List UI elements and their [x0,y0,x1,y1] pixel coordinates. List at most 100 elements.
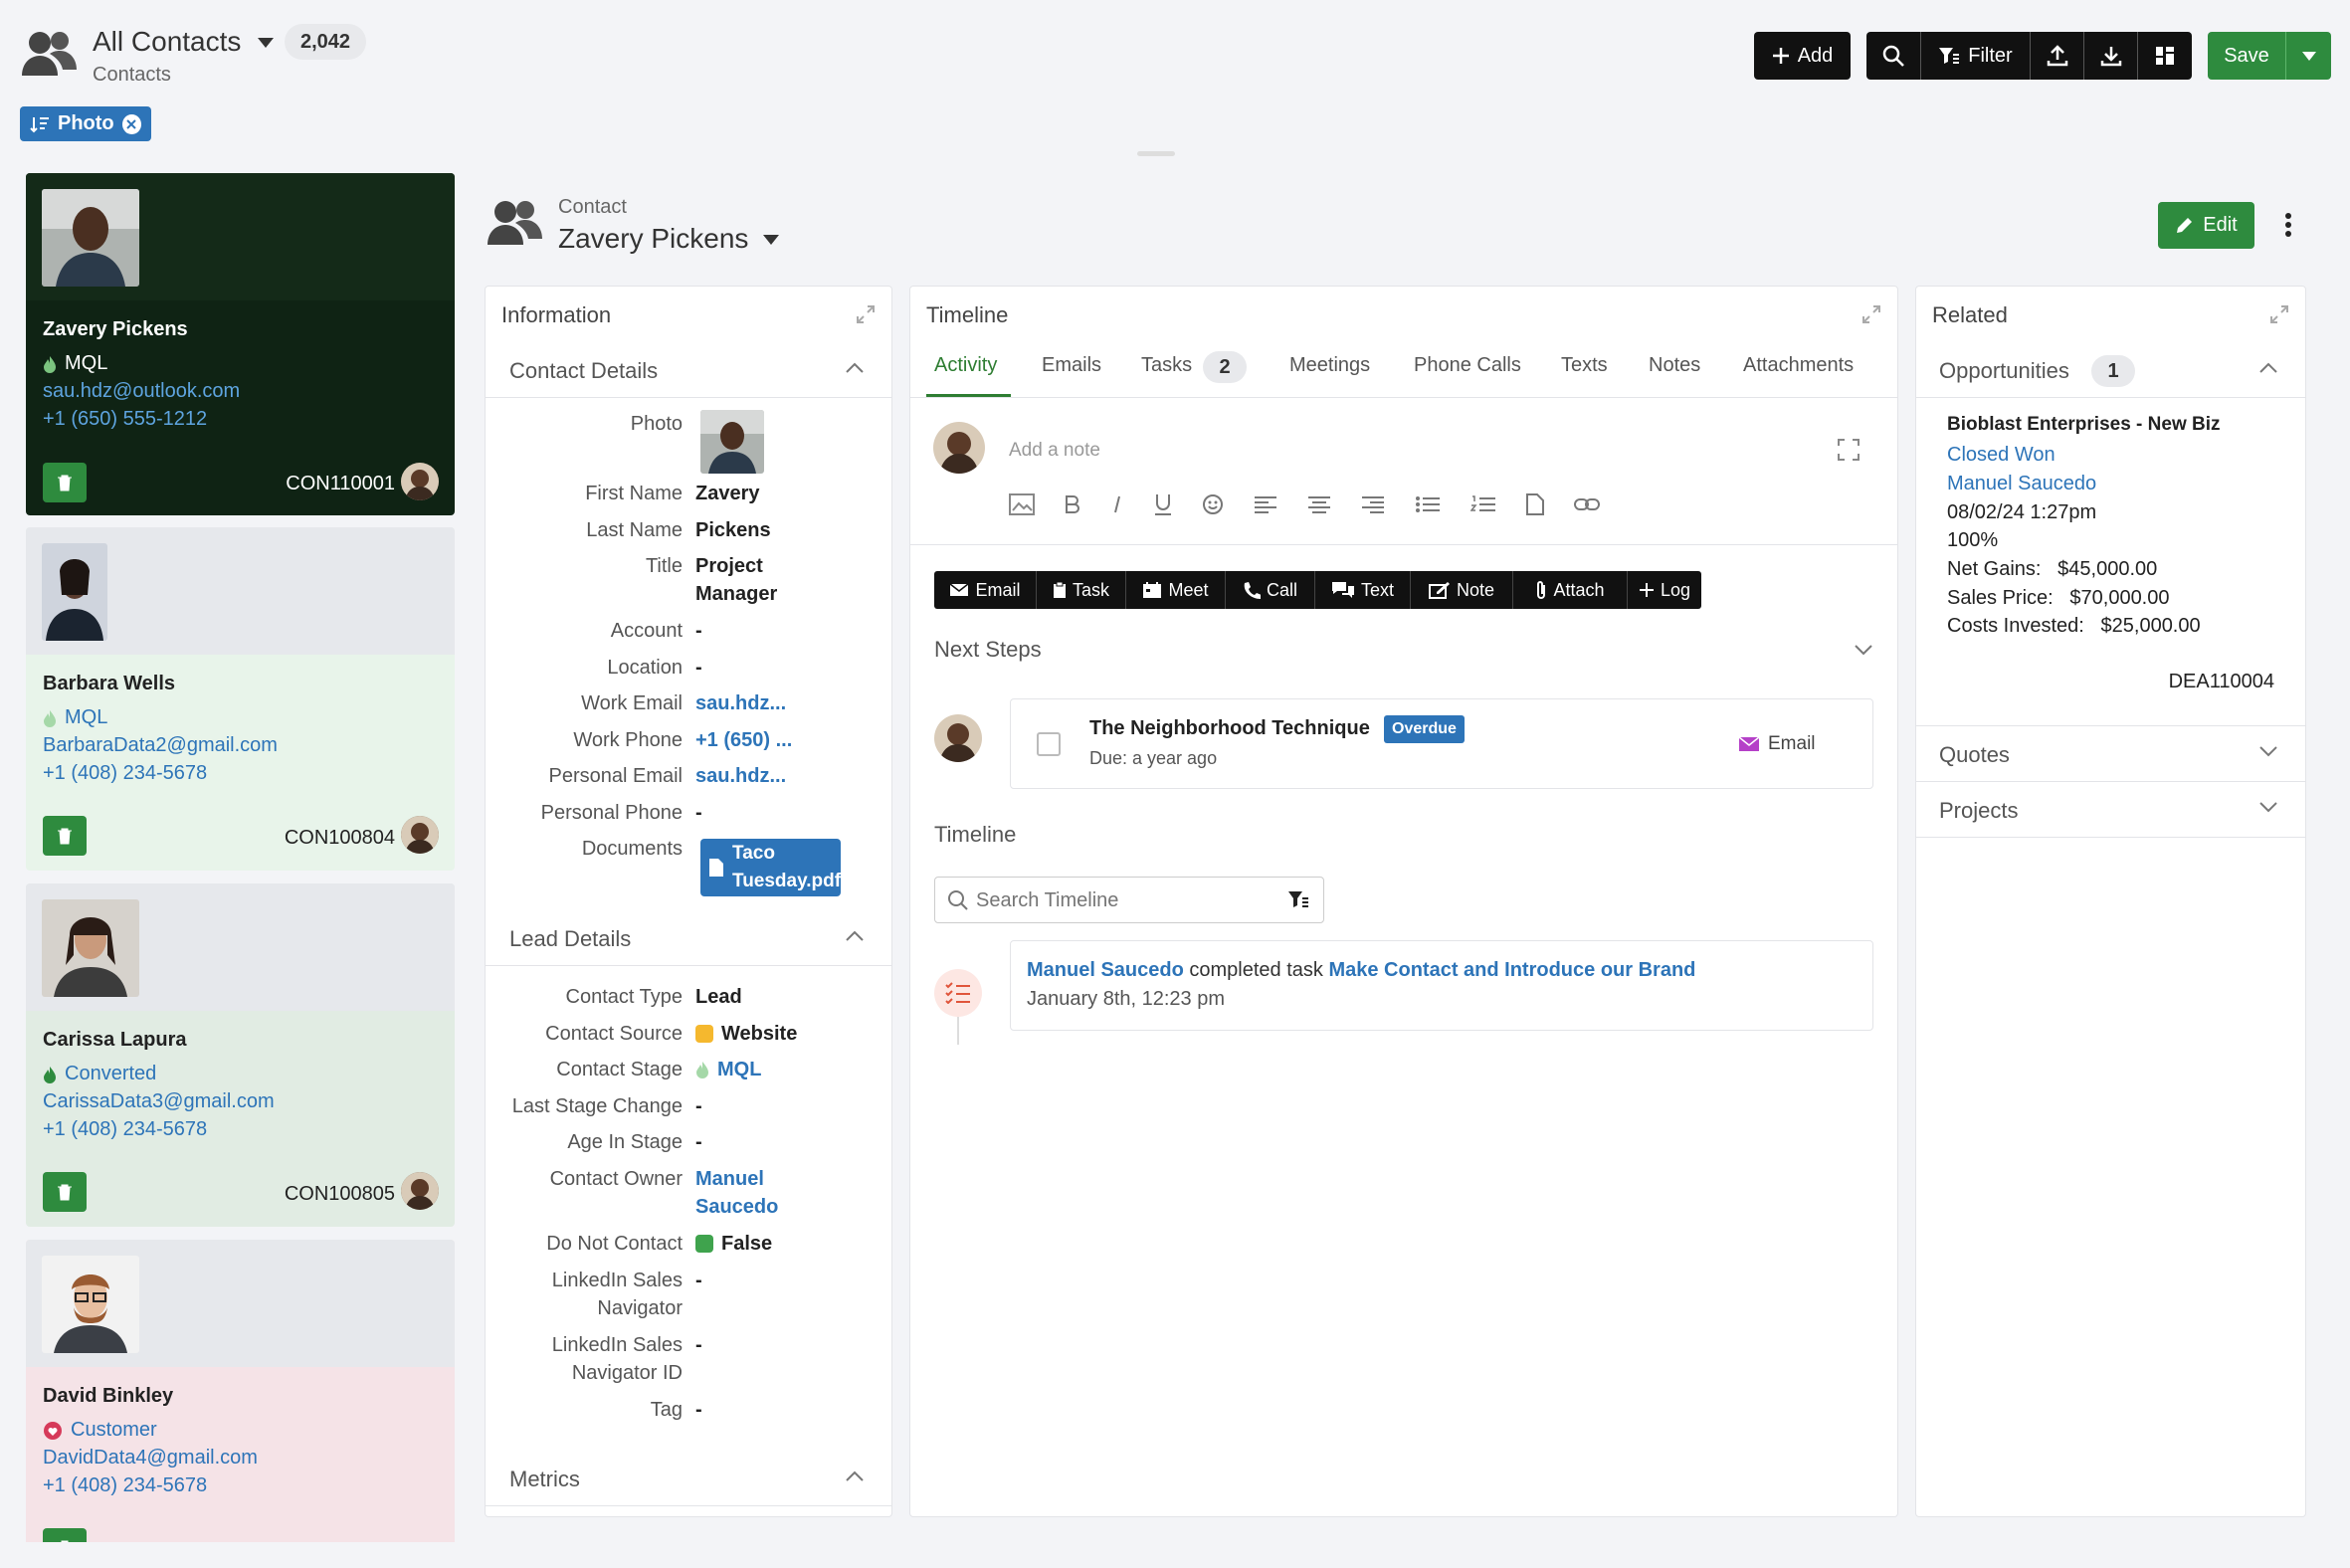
view-title[interactable]: All Contacts [93,26,241,58]
contact-stage: MQL [43,706,107,729]
save-button[interactable]: Save [2208,32,2285,80]
contact-stage: MQL [43,352,107,375]
filter-chip[interactable]: Photo [20,106,151,141]
more-options-icon[interactable] [2285,213,2291,237]
task-event-icon [934,969,982,1017]
fullscreen-icon[interactable] [1837,438,1860,462]
action-attach-button[interactable]: Attach [1513,571,1628,609]
edit-button[interactable]: Edit [2158,202,2254,249]
contact-email[interactable]: CarissaData3@gmail.com [43,1090,275,1113]
chevron-down-icon[interactable] [2259,802,2277,813]
action-note-button[interactable]: Note [1411,571,1513,609]
contact-phone[interactable]: +1 (408) 234-5678 [43,1474,207,1497]
action-email-button[interactable]: Email [934,571,1037,609]
quotes-header[interactable]: Quotes [1916,726,2305,782]
export-button[interactable] [2030,32,2083,80]
tab-attachments[interactable]: Attachments [1743,354,1854,377]
close-icon[interactable] [121,113,141,134]
align-center-icon[interactable] [1307,495,1331,513]
contact-phone[interactable]: +1 (650) 555-1212 [43,408,207,431]
record-count-badge: 2,042 [285,24,367,60]
tab-activity[interactable]: Activity [934,354,997,377]
numbered-list-icon[interactable] [1470,494,1496,514]
tab-texts[interactable]: Texts [1561,354,1608,377]
link-icon[interactable] [1574,497,1600,511]
contact-phone[interactable]: +1 (408) 234-5678 [43,1118,207,1141]
action-meet-button[interactable]: Meet [1126,571,1226,609]
delete-button[interactable] [43,816,87,856]
deal-owner[interactable]: Manuel Saucedo [1947,473,2096,495]
next-step-card[interactable]: The Neighborhood Technique Overdue Due: … [1010,698,1873,789]
align-left-icon[interactable] [1254,495,1277,513]
action-task-button[interactable]: Task [1037,571,1126,609]
note-input[interactable]: Add a note [1009,440,1805,462]
delete-button[interactable] [43,1528,87,1542]
italic-icon[interactable] [1110,494,1124,514]
contact-email[interactable]: BarbaraData2@gmail.com [43,734,278,757]
tab-tasks[interactable]: Tasks [1141,354,1192,377]
task-title[interactable]: The Neighborhood Technique [1089,717,1370,740]
entry-user-link[interactable]: Manuel Saucedo [1027,959,1184,981]
layout-button[interactable] [2137,32,2192,80]
tab-notes[interactable]: Notes [1649,354,1700,377]
action-text-button[interactable]: Text [1315,571,1411,609]
contact-card[interactable]: Zavery Pickens MQL sau.hdz@outlook.com +… [26,173,455,515]
contact-card[interactable]: Carissa Lapura Converted CarissaData3@gm… [26,883,455,1227]
bullet-list-icon[interactable] [1415,495,1441,513]
filter-icon[interactable] [1287,890,1309,908]
tab-emails[interactable]: Emails [1042,354,1101,377]
chevron-up-icon[interactable] [846,362,864,373]
delete-button[interactable] [43,1172,87,1212]
contact-email[interactable]: DavidData4@gmail.com [43,1447,258,1470]
drag-handle[interactable] [1137,151,1175,156]
projects-header[interactable]: Projects [1916,782,2305,838]
related-panel: Related Opportunities 1 Bioblast Enterpr… [1915,286,2306,1517]
contact-phone[interactable]: +1 (408) 234-5678 [43,762,207,785]
expand-icon[interactable] [856,304,876,324]
next-steps-header[interactable]: Next Steps [934,637,1042,663]
chevron-down-icon[interactable] [2259,746,2277,757]
entry-task-link[interactable]: Make Contact and Introduce our Brand [1328,959,1695,981]
record-chevron-down-icon[interactable] [763,235,779,245]
record-name[interactable]: Zavery Pickens [558,223,748,255]
expand-icon[interactable] [1861,304,1881,324]
image-icon[interactable] [1009,493,1035,515]
opportunities-header[interactable]: Opportunities 1 [1916,342,2305,398]
deal-stage[interactable]: Closed Won [1947,444,2056,467]
chevron-up-icon[interactable] [846,1470,864,1481]
chevron-up-icon[interactable] [2259,362,2277,373]
add-button[interactable]: Add [1754,32,1851,80]
deal-id: DEA110004 [2168,671,2274,692]
filter-button[interactable]: Filter [1920,32,2030,80]
contact-details-header[interactable]: Contact Details [486,342,891,398]
expand-icon[interactable] [2269,304,2289,324]
contact-card[interactable]: David Binkley Customer DavidData4@gmail.… [26,1240,455,1542]
action-log-button[interactable]: Log [1628,571,1701,609]
save-options-button[interactable] [2285,32,2331,80]
import-button[interactable] [2083,32,2137,80]
emoji-icon[interactable] [1202,493,1224,515]
task-checkbox[interactable] [1037,732,1061,756]
contact-card[interactable]: Barbara Wells MQL BarbaraData2@gmail.com… [26,527,455,871]
align-right-icon[interactable] [1361,495,1385,513]
delete-button[interactable] [43,463,87,502]
search-button[interactable] [1866,32,1920,80]
action-call-button[interactable]: Call [1226,571,1315,609]
bold-icon[interactable] [1065,494,1080,514]
deal-card[interactable]: Bioblast Enterprises - New Biz Closed Wo… [1916,398,2305,726]
chevron-up-icon[interactable] [846,930,864,941]
tab-meetings[interactable]: Meetings [1289,354,1370,377]
field-photo-thumb[interactable] [700,410,764,474]
tab-phone-calls[interactable]: Phone Calls [1414,354,1521,377]
file-icon[interactable] [1526,493,1544,515]
view-chevron-down-icon[interactable] [258,38,274,48]
next-steps-chevron-down-icon[interactable] [1855,645,1872,656]
document-chip[interactable]: Taco Tuesday.pdf [700,839,841,896]
underline-icon[interactable] [1154,493,1172,515]
lead-details-header[interactable]: Lead Details [486,910,891,966]
search-timeline-input[interactable] [976,885,1274,915]
metrics-header[interactable]: Metrics [486,1451,891,1506]
contact-email[interactable]: sau.hdz@outlook.com [43,380,240,403]
contact-name: Barbara Wells [43,673,176,694]
deal-name[interactable]: Bioblast Enterprises - New Biz [1947,414,2221,436]
